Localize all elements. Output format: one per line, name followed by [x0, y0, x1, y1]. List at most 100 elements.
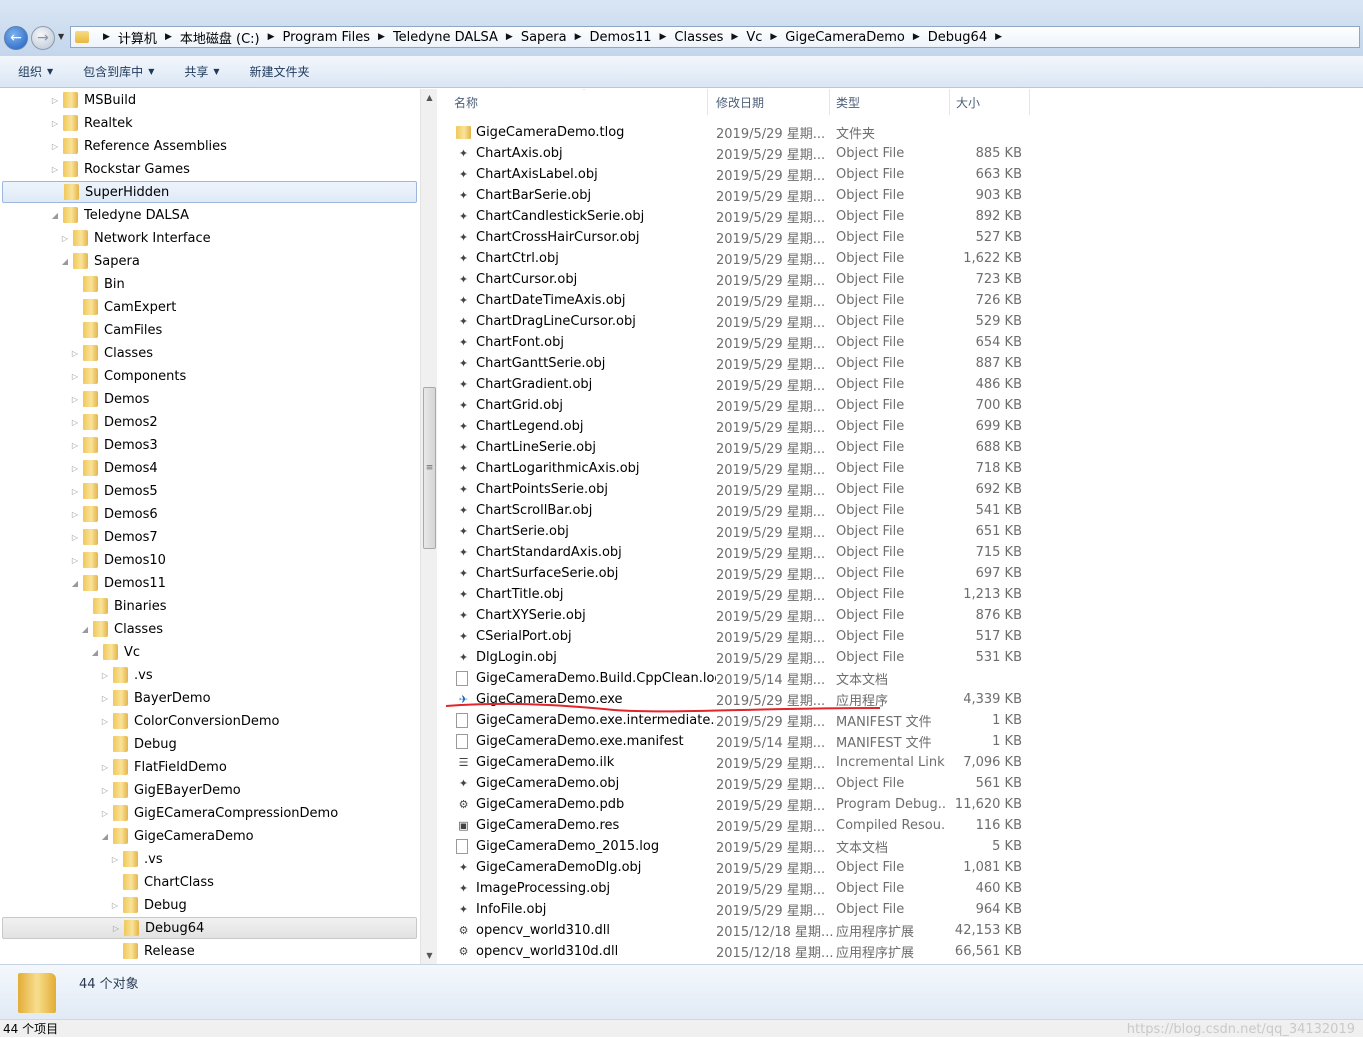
- file-row[interactable]: ✦ ChartDateTimeAxis.obj 2019/5/29 星期... Obj…: [440, 290, 1030, 311]
- tree-item[interactable]: ▷ MSBuild: [50, 89, 136, 111]
- file-row[interactable]: ✦ ImageProcessing.obj 2019/5/29 星期... Objec…: [440, 878, 1030, 899]
- column-name[interactable]: 名称 ˄: [448, 89, 708, 115]
- breadcrumb-separator-icon[interactable]: ▶: [660, 32, 667, 42]
- tree-item[interactable]: SuperHidden: [2, 181, 417, 203]
- file-row[interactable]: ✦ ChartCrossHairCursor.obj 2019/5/29 星期...…: [440, 227, 1030, 248]
- file-row[interactable]: ✦ GigeCameraDemo.obj 2019/5/29 星期... Object…: [440, 773, 1030, 794]
- tree-item[interactable]: ▷ Demos6: [70, 503, 158, 525]
- file-row[interactable]: ⚙ opencv_world310.dll 2015/12/18 星期... 应用程序…: [440, 920, 1030, 941]
- file-row[interactable]: ✦ ChartSurfaceSerie.obj 2019/5/29 星期... Obj…: [440, 563, 1030, 584]
- file-row[interactable]: ✦ ChartAxis.obj 2019/5/29 星期... Object File…: [440, 143, 1030, 164]
- include-in-library-button[interactable]: 包含到库中 ▼: [83, 63, 154, 80]
- collapsed-arrow-icon[interactable]: ▷: [50, 96, 60, 105]
- breadcrumb-item[interactable]: Debug64: [928, 30, 987, 45]
- tree-item[interactable]: ◢ Classes: [80, 618, 163, 640]
- tree-item[interactable]: ChartClass: [110, 871, 214, 893]
- tree-item[interactable]: ▷ Demos7: [70, 526, 158, 548]
- file-row[interactable]: ✦ GigeCameraDemoDlg.obj 2019/5/29 星期... Obj…: [440, 857, 1030, 878]
- file-row[interactable]: GigeCameraDemo.exe.intermediate.... 2019/…: [440, 710, 1030, 731]
- tree-item[interactable]: Release: [110, 940, 195, 962]
- file-row[interactable]: ✦ ChartDragLineCursor.obj 2019/5/29 星期... O…: [440, 311, 1030, 332]
- tree-item[interactable]: ◢ Vc: [90, 641, 140, 663]
- file-row[interactable]: GigeCameraDemo.Build.CppClean.log 2019/5/…: [440, 668, 1030, 689]
- file-row[interactable]: ⚙ opencv_world310d.dll 2015/12/18 星期... 应用程…: [440, 941, 1030, 962]
- collapsed-arrow-icon[interactable]: ▷: [70, 510, 80, 519]
- tree-item[interactable]: ▷ ColorConversionDemo: [100, 710, 279, 732]
- file-row[interactable]: ✦ ChartXYSerie.obj 2019/5/29 星期... Object F…: [440, 605, 1030, 626]
- breadcrumb-item[interactable]: Vc: [746, 30, 762, 45]
- file-row[interactable]: ✦ ChartCursor.obj 2019/5/29 星期... Object Fi…: [440, 269, 1030, 290]
- scroll-up-icon[interactable]: ▲: [421, 89, 438, 106]
- column-type[interactable]: 类型: [830, 89, 950, 115]
- collapsed-arrow-icon[interactable]: ▷: [50, 142, 60, 151]
- tree-item[interactable]: Bin: [70, 273, 125, 295]
- collapsed-arrow-icon[interactable]: ▷: [70, 441, 80, 450]
- tree-item[interactable]: ▷ .vs: [100, 664, 153, 686]
- file-row[interactable]: ✦ ChartLegend.obj 2019/5/29 星期... Object Fi…: [440, 416, 1030, 437]
- file-row[interactable]: ✦ ChartAxisLabel.obj 2019/5/29 星期... Object…: [440, 164, 1030, 185]
- collapsed-arrow-icon[interactable]: ▷: [50, 119, 60, 128]
- collapsed-arrow-icon[interactable]: ▷: [70, 349, 80, 358]
- file-row[interactable]: ✦ ChartFont.obj 2019/5/29 星期... Object File…: [440, 332, 1030, 353]
- breadcrumb-item[interactable]: 本地磁盘 (C:): [180, 28, 260, 47]
- expanded-arrow-icon[interactable]: ◢: [80, 625, 90, 634]
- file-row[interactable]: ▣ GigeCameraDemo.res 2019/5/29 星期... Compil…: [440, 815, 1030, 836]
- collapsed-arrow-icon[interactable]: ▷: [50, 165, 60, 174]
- file-row[interactable]: GigeCameraDemo.exe.manifest 2019/5/14 星期.…: [440, 731, 1030, 752]
- tree-item[interactable]: ▷ Network Interface: [60, 227, 211, 249]
- file-row[interactable]: ✦ ChartGanttSerie.obj 2019/5/29 星期... Objec…: [440, 353, 1030, 374]
- collapsed-arrow-icon[interactable]: ▷: [70, 464, 80, 473]
- collapsed-arrow-icon[interactable]: ▷: [111, 924, 121, 933]
- tree-item[interactable]: ◢ Demos11: [70, 572, 166, 594]
- expanded-arrow-icon[interactable]: ◢: [70, 579, 80, 588]
- expanded-arrow-icon[interactable]: ◢: [60, 257, 70, 266]
- recent-pages-dropdown[interactable]: ▼: [58, 32, 64, 41]
- collapsed-arrow-icon[interactable]: ▷: [100, 694, 110, 703]
- collapsed-arrow-icon[interactable]: ▷: [70, 556, 80, 565]
- forward-button[interactable]: →: [31, 26, 55, 50]
- tree-item[interactable]: ◢ GigeCameraDemo: [100, 825, 254, 847]
- file-row[interactable]: ✦ ChartStandardAxis.obj 2019/5/29 星期... Obj…: [440, 542, 1030, 563]
- tree-item[interactable]: Debug: [100, 733, 177, 755]
- file-row[interactable]: ✦ ChartGradient.obj 2019/5/29 星期... Object …: [440, 374, 1030, 395]
- collapsed-arrow-icon[interactable]: ▷: [70, 372, 80, 381]
- share-button[interactable]: 共享 ▼: [184, 63, 219, 80]
- file-row[interactable]: ✦ ChartScrollBar.obj 2019/5/29 星期... Object…: [440, 500, 1030, 521]
- breadcrumb[interactable]: ▶ 计算机 ▶ 本地磁盘 (C:) ▶ Program Files ▶ Teledyne DA…: [70, 26, 1360, 48]
- tree-item[interactable]: ▷ Demos3: [70, 434, 158, 456]
- tree-item[interactable]: CamExpert: [70, 296, 176, 318]
- file-row[interactable]: ✦ ChartCtrl.obj 2019/5/29 星期... Object File…: [440, 248, 1030, 269]
- collapsed-arrow-icon[interactable]: ▷: [70, 395, 80, 404]
- file-row[interactable]: ✦ ChartTitle.obj 2019/5/29 星期... Object Fil…: [440, 584, 1030, 605]
- column-size[interactable]: 大小: [950, 89, 1030, 115]
- file-row[interactable]: ✦ ChartBarSerie.obj 2019/5/29 星期... Object …: [440, 185, 1030, 206]
- file-row[interactable]: ✦ ChartGrid.obj 2019/5/29 星期... Object File…: [440, 395, 1030, 416]
- breadcrumb-separator-icon[interactable]: ▶: [506, 32, 513, 42]
- tree-item[interactable]: ◢ Teledyne DALSA: [50, 204, 189, 226]
- scrollbar-thumb[interactable]: ≡: [423, 387, 436, 549]
- tree-item[interactable]: ▷ Debug64: [2, 917, 417, 939]
- tree-item[interactable]: ▷ BayerDemo: [100, 687, 211, 709]
- breadcrumb-item[interactable]: Demos11: [590, 30, 652, 45]
- tree-item[interactable]: ▷ Debug: [110, 894, 187, 916]
- file-row[interactable]: ✦ ChartSerie.obj 2019/5/29 星期... Object Fil…: [440, 521, 1030, 542]
- breadcrumb-separator-icon[interactable]: ▶: [378, 32, 385, 42]
- tree-item[interactable]: ▷ .vs: [110, 848, 163, 870]
- tree-item[interactable]: ▷ Demos10: [70, 549, 166, 571]
- collapsed-arrow-icon[interactable]: ▷: [100, 671, 110, 680]
- new-folder-button[interactable]: 新建文件夹: [250, 63, 310, 80]
- column-date[interactable]: 修改日期: [710, 89, 830, 115]
- file-row[interactable]: ✦ ChartLogarithmicAxis.obj 2019/5/29 星期...…: [440, 458, 1030, 479]
- tree-item[interactable]: CamFiles: [70, 319, 162, 341]
- expanded-arrow-icon[interactable]: ◢: [90, 648, 100, 657]
- tree-item[interactable]: ▷ GigECameraCompressionDemo: [100, 802, 338, 824]
- breadcrumb-item[interactable]: Teledyne DALSA: [393, 30, 498, 45]
- expanded-arrow-icon[interactable]: ◢: [100, 832, 110, 841]
- collapsed-arrow-icon[interactable]: ▷: [70, 487, 80, 496]
- scroll-down-icon[interactable]: ▼: [421, 947, 438, 964]
- file-row[interactable]: ✈ GigeCameraDemo.exe 2019/5/29 星期... 应用程序 4,…: [440, 689, 1030, 710]
- back-button[interactable]: ←: [4, 26, 28, 50]
- file-row[interactable]: ✦ DlgLogin.obj 2019/5/29 星期... Object File 5…: [440, 647, 1030, 668]
- file-row[interactable]: ⚙ GigeCameraDemo.pdb 2019/5/29 星期... Progra…: [440, 794, 1030, 815]
- collapsed-arrow-icon[interactable]: ▷: [70, 533, 80, 542]
